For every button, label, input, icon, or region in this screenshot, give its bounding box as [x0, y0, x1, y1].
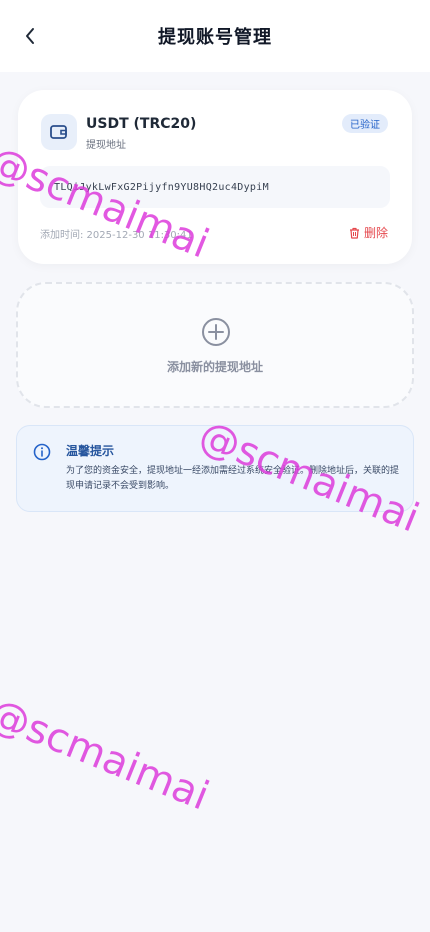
- chevron-left-icon: [26, 28, 34, 44]
- app-header: 提现账号管理: [0, 0, 430, 72]
- withdraw-account-card: USDT (TRC20) 提现地址 已验证 TLQiJykLwFxG2Pijyf…: [18, 90, 412, 264]
- account-type-label: 提现地址: [86, 140, 126, 151]
- trash-icon: [349, 227, 359, 239]
- tips-panel: 温馨提示 为了您的资金安全，提现地址一经添加需经过系统安全验证。删除地址后，关联…: [16, 425, 414, 512]
- back-button[interactable]: [18, 22, 42, 50]
- watermark-text: @scmaimai: [0, 690, 216, 820]
- added-time: 添加时间: 2025-12-30 11:30:41: [40, 230, 193, 241]
- tips-text: 为了您的资金安全，提现地址一经添加需经过系统安全验证。删除地址后，关联的提现申请…: [66, 466, 400, 491]
- verified-badge: 已验证: [342, 114, 388, 133]
- delete-button[interactable]: 删除: [349, 224, 388, 241]
- info-icon: [33, 443, 51, 461]
- wallet-icon: [41, 114, 77, 150]
- add-address-button[interactable]: 添加新的提现地址: [16, 282, 414, 408]
- plus-circle-icon: [202, 318, 230, 346]
- add-address-label: 添加新的提现地址: [166, 360, 263, 374]
- page-title: 提现账号管理: [158, 27, 272, 48]
- tips-title: 温馨提示: [66, 444, 115, 458]
- wallet-address[interactable]: TLQiJykLwFxG2Pijyfn9YU8HQ2uc4DypiM: [40, 166, 390, 208]
- account-currency: USDT (TRC20): [86, 116, 197, 132]
- delete-label: 删除: [363, 226, 388, 240]
